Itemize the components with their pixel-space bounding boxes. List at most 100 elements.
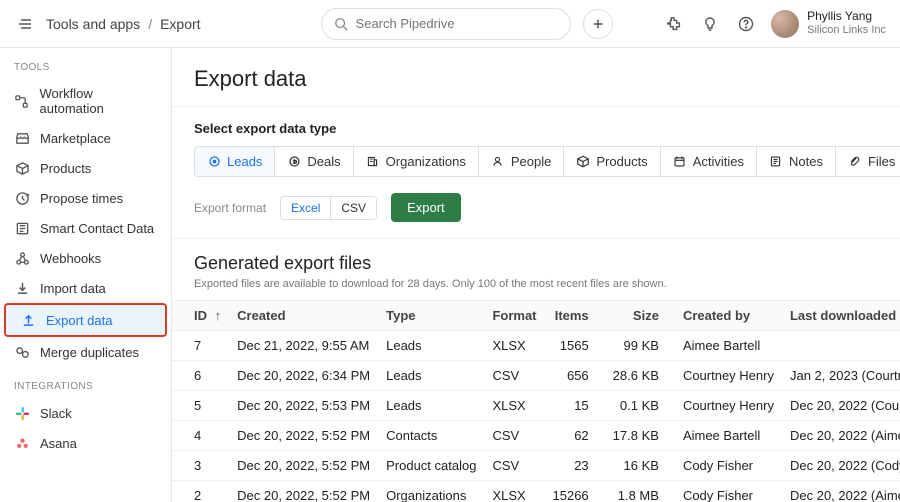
col-created-by[interactable]: Created by	[675, 301, 782, 331]
cell-id: 4	[172, 421, 229, 451]
type-tab-people[interactable]: People	[479, 147, 564, 176]
breadcrumb-parent[interactable]: Tools and apps	[46, 16, 140, 32]
people-icon	[491, 155, 505, 169]
cell-format: XLSX	[484, 481, 544, 502]
cell-type: Leads	[378, 391, 484, 421]
type-tab-organizations[interactable]: Organizations	[354, 147, 479, 176]
sidebar-item-marketplace[interactable]: Marketplace	[0, 123, 171, 153]
sidebar-item-propose-times[interactable]: Propose times	[0, 183, 171, 213]
extensions-icon[interactable]	[663, 13, 685, 35]
sort-arrow-up-icon: ↑	[215, 308, 222, 323]
format-csv[interactable]: CSV	[330, 197, 376, 219]
cell-id: 2	[172, 481, 229, 502]
cell-type: Organizations	[378, 481, 484, 502]
sidebar-item-label: Export data	[46, 313, 113, 328]
cell-size: 99 KB	[605, 331, 675, 361]
type-tab-label: People	[511, 154, 551, 169]
sidebar-item-products[interactable]: Products	[0, 153, 171, 183]
sidebar-item-import-data[interactable]: Import data	[0, 273, 171, 303]
sidebar-item-slack[interactable]: Slack	[0, 398, 171, 428]
search-input[interactable]	[356, 16, 558, 31]
type-tab-files[interactable]: Files	[836, 147, 900, 176]
cell-id: 6	[172, 361, 229, 391]
sidebar-item-webhooks[interactable]: Webhooks	[0, 243, 171, 273]
col-last-downloaded[interactable]: Last downloaded	[782, 301, 900, 331]
table-row[interactable]: 2Dec 20, 2022, 5:52 PMOrganizationsXLSX1…	[172, 481, 900, 502]
table-row[interactable]: 7Dec 21, 2022, 9:55 AMLeadsXLSX156599 KB…	[172, 331, 900, 361]
table-row[interactable]: 5Dec 20, 2022, 5:53 PMLeadsXLSX150.1 KBC…	[172, 391, 900, 421]
type-tab-label: Products	[596, 154, 647, 169]
table-row[interactable]: 4Dec 20, 2022, 5:52 PMContactsCSV6217.8 …	[172, 421, 900, 451]
type-tab-label: Notes	[789, 154, 823, 169]
page-title: Export data	[172, 66, 900, 106]
export-icon	[20, 312, 36, 328]
cell-size: 17.8 KB	[605, 421, 675, 451]
quick-add-button[interactable]	[583, 9, 613, 39]
type-tab-leads[interactable]: Leads	[195, 147, 275, 176]
export-type-tabs: LeadsDealsOrganizations People Products Act…	[194, 146, 900, 177]
sidebar-item-label: Slack	[40, 406, 72, 421]
cell-items: 62	[545, 421, 605, 451]
box-icon	[576, 155, 590, 169]
export-button[interactable]: Export	[391, 193, 461, 222]
cell-type: Leads	[378, 361, 484, 391]
cell-created: Dec 20, 2022, 6:34 PM	[229, 361, 378, 391]
col-type[interactable]: Type	[378, 301, 484, 331]
table-row[interactable]: 3Dec 20, 2022, 5:52 PMProduct catalogCSV…	[172, 451, 900, 481]
cell-size: 1.8 MB	[605, 481, 675, 502]
sidebar-item-label: Marketplace	[40, 131, 111, 146]
type-tab-deals[interactable]: Deals	[275, 147, 353, 176]
sidebar-item-label: Products	[40, 161, 91, 176]
sidebar-item-label: Asana	[40, 436, 77, 451]
help-icon[interactable]	[735, 13, 757, 35]
cell-format: CSV	[484, 451, 544, 481]
col-items[interactable]: Items	[545, 301, 605, 331]
type-tab-activities[interactable]: Activities	[661, 147, 757, 176]
cell-last-downloaded: Jan 2, 2023 (Courtney Henry)	[782, 361, 900, 391]
cal-icon	[673, 155, 687, 169]
cell-created-by: Aimee Bartell	[675, 421, 782, 451]
cell-items: 23	[545, 451, 605, 481]
cell-type: Leads	[378, 331, 484, 361]
cell-items: 15266	[545, 481, 605, 502]
col-size[interactable]: Size	[605, 301, 675, 331]
clock-icon	[14, 190, 30, 206]
menu-icon[interactable]	[14, 13, 36, 35]
cell-created-by: Courtney Henry	[675, 391, 782, 421]
global-search[interactable]	[321, 8, 571, 40]
cell-created-by: Aimee Bartell	[675, 331, 782, 361]
cell-id: 7	[172, 331, 229, 361]
sidebar-item-merge-duplicates[interactable]: Merge duplicates	[0, 337, 171, 367]
sidebar-item-label: Propose times	[40, 191, 123, 206]
deals-icon	[287, 155, 301, 169]
sidebar-item-export-data[interactable]: Export data	[4, 303, 167, 337]
cell-last-downloaded: Dec 20, 2022 (Courtney Henry)	[782, 391, 900, 421]
generated-files-title: Generated export files	[172, 239, 900, 278]
format-excel[interactable]: Excel	[281, 197, 330, 219]
col-format[interactable]: Format	[484, 301, 544, 331]
col-id[interactable]: ID ↑	[172, 301, 229, 331]
lightbulb-icon[interactable]	[699, 13, 721, 35]
cell-created: Dec 21, 2022, 9:55 AM	[229, 331, 378, 361]
store-icon	[14, 130, 30, 146]
box-icon	[14, 160, 30, 176]
cell-created: Dec 20, 2022, 5:52 PM	[229, 421, 378, 451]
cell-size: 28.6 KB	[605, 361, 675, 391]
workflow-icon	[14, 93, 30, 109]
type-tab-label: Files	[868, 154, 895, 169]
type-tab-label: Activities	[693, 154, 744, 169]
user-menu[interactable]: Phyllis Yang Silicon Links Inc	[771, 10, 886, 38]
sidebar-item-asana[interactable]: Asana	[0, 428, 171, 458]
sidebar-item-smart-contact-data[interactable]: Smart Contact Data	[0, 213, 171, 243]
sidebar-item-workflow-automation[interactable]: Workflow automation	[0, 79, 171, 123]
type-tab-notes[interactable]: Notes	[757, 147, 836, 176]
table-row[interactable]: 6Dec 20, 2022, 6:34 PMLeadsCSV65628.6 KB…	[172, 361, 900, 391]
select-export-type-label: Select export data type	[172, 121, 900, 146]
sidebar-item-label: Webhooks	[40, 251, 101, 266]
cell-last-downloaded: Dec 20, 2022 (Aimee Bartell)	[782, 481, 900, 502]
type-tab-products[interactable]: Products	[564, 147, 660, 176]
webhook-icon	[14, 250, 30, 266]
generated-files-note: Exported files are available to download…	[172, 278, 900, 300]
export-format-label: Export format	[194, 201, 266, 215]
col-created[interactable]: Created	[229, 301, 378, 331]
